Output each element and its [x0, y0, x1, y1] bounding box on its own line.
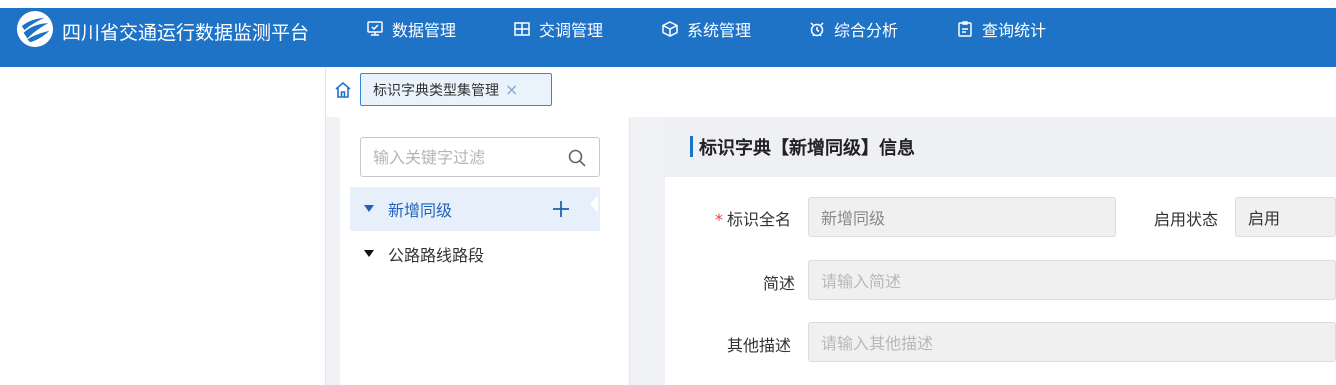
full-name-field[interactable]: 新增同级	[808, 197, 1116, 237]
full-name-label-text: 标识全名	[727, 210, 792, 229]
nav-label: 查询统计	[982, 21, 1047, 40]
nav-item-traffic-survey[interactable]: 交调管理	[513, 17, 603, 41]
full-name-label: * 标识全名	[715, 206, 791, 230]
caret-down-icon[interactable]	[364, 250, 374, 258]
tree-node-new-sibling[interactable]: 新增同级	[350, 187, 600, 231]
tree-filter	[360, 137, 600, 177]
detail-form: 标识字典【新增同级】信息 * 标识全名 新增同级 启用状态 启用 简述 请输入简述…	[665, 117, 1336, 385]
status-select[interactable]: 启用	[1235, 197, 1336, 237]
brief-label: 简述	[763, 274, 796, 293]
clipboard-icon	[958, 21, 972, 37]
filter-input[interactable]	[361, 138, 561, 176]
other-description-label: 其他描述	[727, 336, 792, 355]
tree-node-label: 新增同级	[388, 201, 453, 220]
search-icon[interactable]	[567, 148, 587, 168]
tree-node-highway-route-segment[interactable]: 公路路线路段	[350, 232, 600, 276]
header-accent-bar	[690, 136, 693, 157]
tree-node-label: 公路路线路段	[388, 246, 485, 265]
logo-icon	[16, 10, 54, 48]
form-header: 标识字典【新增同级】信息	[665, 117, 1336, 177]
other-description-field[interactable]: 请输入其他描述	[808, 322, 1336, 362]
status-label: 启用状态	[1154, 210, 1219, 229]
nav-label: 综合分析	[834, 21, 899, 40]
brief-field[interactable]: 请输入简述	[808, 260, 1336, 300]
monitor-check-icon	[367, 21, 383, 36]
nav-label: 系统管理	[687, 21, 752, 40]
add-icon[interactable]	[550, 198, 572, 220]
tab-label: 标识字典类型集管理	[373, 82, 499, 99]
tab-strip: 标识字典类型集管理 ×	[326, 67, 1336, 117]
caret-down-icon[interactable]	[364, 205, 374, 213]
left-sidebar	[0, 67, 326, 385]
nav-item-data-management[interactable]: 数据管理	[366, 17, 456, 41]
grid-table-icon	[514, 22, 530, 36]
tab-dictionary-type-management[interactable]: 标识字典类型集管理 ×	[360, 73, 552, 106]
tree-panel: 新增同级 公路路线路段	[340, 117, 630, 385]
nav-label: 交调管理	[539, 21, 604, 40]
form-title: 标识字典【新增同级】信息	[699, 138, 915, 159]
cube-icon	[662, 21, 678, 37]
nav-item-system-management[interactable]: 系统管理	[661, 17, 751, 41]
home-icon[interactable]	[333, 80, 353, 100]
nav-item-comprehensive-analysis[interactable]: 综合分析	[808, 17, 898, 41]
required-mark: *	[715, 210, 723, 229]
active-node-indicator	[590, 195, 598, 213]
close-icon[interactable]: ×	[505, 81, 518, 98]
nav-item-query-statistics[interactable]: 查询统计	[956, 17, 1046, 41]
alarm-clock-icon	[810, 22, 824, 37]
nav-label: 数据管理	[392, 21, 457, 40]
app-title: 四川省交通运行数据监测平台	[62, 22, 310, 44]
